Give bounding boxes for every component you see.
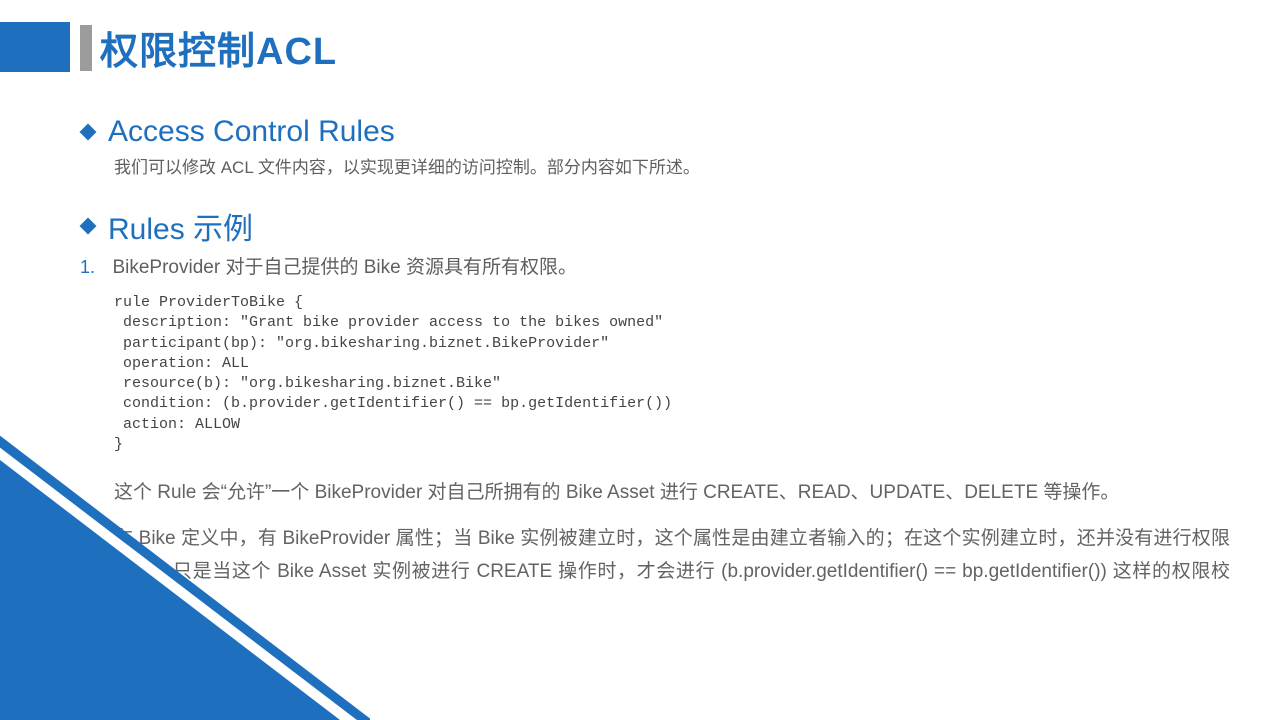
slide-title: 权限控制ACL (100, 20, 337, 75)
list-item-text: BikeProvider 对于自己提供的 Bike 资源具有所有权限。 (112, 257, 577, 278)
decorative-triangle-fill (0, 460, 340, 720)
bullet-row: Rules 示例 (80, 204, 1230, 248)
section-description: 我们可以修改 ACL 文件内容，以实现更详细的访问控制。部分内容如下所述。 (114, 153, 1230, 178)
list-number: 1. (80, 257, 108, 278)
section-heading: Access Control Rules (108, 115, 395, 149)
numbered-list: 1. BikeProvider 对于自己提供的 Bike 资源具有所有权限。 (80, 252, 1230, 279)
section-access-control-rules: Access Control Rules 我们可以修改 ACL 文件内容，以实现… (80, 115, 1230, 178)
section-heading: Rules 示例 (108, 204, 253, 248)
diamond-bullet-icon (80, 124, 97, 141)
title-accent-block (0, 22, 70, 72)
diamond-bullet-icon (80, 218, 97, 235)
bullet-row: Access Control Rules (80, 115, 1230, 149)
title-accent-bar (80, 25, 92, 71)
